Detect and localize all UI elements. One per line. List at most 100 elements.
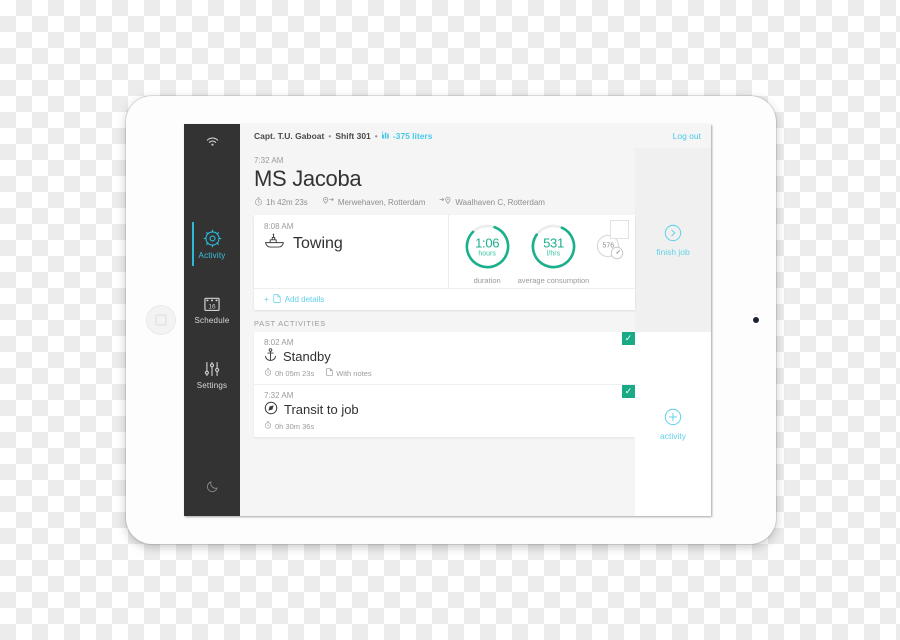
tablet-screen: Activity 16 Schedule Settings Capt. T.U.… xyxy=(184,124,711,516)
gauge-duration-caption: duration xyxy=(473,276,501,285)
job-origin: Merwehaven, Rotterdam xyxy=(322,196,426,208)
ship-wheel-icon xyxy=(184,229,240,248)
sidebar-item-activity[interactable]: Activity xyxy=(184,220,240,268)
past-activity-notes[interactable]: With notes xyxy=(326,368,372,378)
sidebar-item-schedule[interactable]: 16 Schedule xyxy=(184,286,240,333)
topbar-separator: • xyxy=(374,131,378,141)
fuel-value: -375 liters xyxy=(392,131,433,141)
current-activity-body: 8:08 AM Towing 1:06 hours duration 531 l… xyxy=(254,215,635,288)
gauge-consumption-value: 531 xyxy=(543,235,564,250)
gauge-duration-ring: 1:06 hours xyxy=(464,223,511,270)
stopwatch-icon xyxy=(264,421,272,431)
compass-icon xyxy=(264,401,278,418)
add-details-label: Add details xyxy=(284,295,325,304)
gauge-duration-value: 1:06 xyxy=(475,235,500,250)
past-activity-name-row: Transit to job xyxy=(264,401,635,418)
gauge-consumption-ring: 531 l/hrs xyxy=(530,223,577,270)
action-rail: finish job activity xyxy=(635,148,711,516)
past-activity-time: 8:02 AM xyxy=(264,338,294,347)
past-activity-name: Transit to job xyxy=(284,402,359,417)
job-start-time: 7:32 AM xyxy=(254,156,284,165)
main-content: Capt. T.U. Gaboat • Shift 301 • -375 lit… xyxy=(240,124,711,516)
finish-job-button[interactable]: finish job xyxy=(635,148,711,332)
past-activity-meta: 0h 30m 36s xyxy=(264,421,635,431)
job-duration-text: 1h 42m 23s xyxy=(266,197,308,207)
canvas: Activity 16 Schedule Settings Capt. T.U.… xyxy=(0,0,900,640)
current-activity-time: 8:08 AM xyxy=(264,222,294,231)
document-icon xyxy=(273,294,281,305)
sidebar-item-settings[interactable]: Settings xyxy=(184,351,240,398)
logout-link[interactable]: Log out xyxy=(673,131,701,141)
content-left: 7:32 AM MS Jacoba 1h 42m 23s Merwehaven,… xyxy=(240,148,635,516)
moon-icon[interactable] xyxy=(184,480,240,498)
gauge-consumption: 531 l/hrs average consumption xyxy=(517,223,590,285)
stopwatch-icon xyxy=(254,196,263,208)
current-activity-name-row: Towing xyxy=(264,233,448,254)
list-item[interactable]: ✓ 8:02 AM Standby 0h 05m 23s With notes xyxy=(254,332,635,385)
sidebar-nav: Activity 16 Schedule Settings xyxy=(184,220,240,398)
job-destination-text: Waalhaven C, Rotterdam xyxy=(455,197,545,207)
stopwatch-icon xyxy=(264,368,272,378)
current-activity-card[interactable]: 8:08 AM Towing 1:06 hours duration 531 l… xyxy=(254,215,635,310)
job-duration: 1h 42m 23s xyxy=(254,196,308,208)
status-badge[interactable]: ✓ xyxy=(622,385,635,398)
past-activity-duration-text: 0h 30m 36s xyxy=(275,421,315,431)
gauge-consumption-caption: average consumption xyxy=(517,276,590,285)
past-activity-duration-text: 0h 05m 23s xyxy=(275,368,315,378)
add-activity-label: activity xyxy=(660,430,686,441)
sliders-icon xyxy=(184,360,240,378)
calendar-icon: 16 xyxy=(184,295,240,313)
fold-square-icon xyxy=(610,220,629,239)
job-origin-text: Merwehaven, Rotterdam xyxy=(337,197,426,207)
add-activity-button[interactable]: activity xyxy=(635,332,711,516)
svg-text:16: 16 xyxy=(208,304,216,311)
gauge-consumption-center: 531 l/hrs xyxy=(530,236,577,257)
past-activity-notes-text: With notes xyxy=(336,368,372,378)
topbar: Capt. T.U. Gaboat • Shift 301 • -375 lit… xyxy=(240,124,711,148)
gauge-consumption-unit: l/hrs xyxy=(546,250,561,257)
gauge-duration: 1:06 hours duration xyxy=(464,223,511,285)
tugboat-icon xyxy=(264,233,286,254)
sidebar: Activity 16 Schedule Settings xyxy=(184,124,240,516)
plus-circle-icon xyxy=(664,408,682,428)
past-activities-heading: PAST ACTIVITIES xyxy=(254,319,326,328)
sidebar-item-label: Settings xyxy=(196,381,228,390)
sidebar-item-label: Activity xyxy=(198,251,226,260)
past-activities-list: ✓ 8:02 AM Standby 0h 05m 23s With notes … xyxy=(254,332,635,437)
shift-label: Shift 301 xyxy=(335,131,371,141)
wifi-icon xyxy=(184,124,240,158)
content-area: 7:32 AM MS Jacoba 1h 42m 23s Merwehaven,… xyxy=(240,148,711,516)
job-destination: Waalhaven C, Rotterdam xyxy=(439,196,545,208)
pin-arrive-icon xyxy=(439,196,452,208)
past-activity-duration: 0h 05m 23s xyxy=(264,368,314,378)
current-activity-info: 8:08 AM Towing xyxy=(254,215,448,288)
bar-chart-icon xyxy=(381,131,390,141)
past-activity-meta: 0h 05m 23s With notes xyxy=(264,368,635,378)
tablet-device: Activity 16 Schedule Settings Capt. T.U.… xyxy=(126,96,776,544)
plus-sign: + xyxy=(264,295,269,304)
current-activity-name: Towing xyxy=(293,234,343,252)
status-badge[interactable]: ✓ xyxy=(622,332,635,345)
gauge-duration-center: 1:06 hours xyxy=(464,236,511,257)
past-activity-name: Standby xyxy=(283,349,331,364)
list-item[interactable]: ✓ 7:32 AM Transit to job 0h 30m 36s xyxy=(254,385,635,437)
finish-job-label: finish job xyxy=(656,246,690,257)
fuel-badge[interactable]: -375 liters xyxy=(381,131,433,141)
job-meta: 1h 42m 23s Merwehaven, Rotterdam Waalhav… xyxy=(254,196,635,208)
front-camera xyxy=(753,317,759,323)
anchor-icon xyxy=(264,348,277,365)
past-activity-time: 7:32 AM xyxy=(264,391,294,400)
add-details-button[interactable]: + Add details xyxy=(254,288,635,310)
gauge-duration-unit: hours xyxy=(478,250,496,257)
topbar-separator: • xyxy=(328,131,332,141)
sidebar-item-label: Schedule xyxy=(194,316,230,325)
current-activity-metrics: 1:06 hours duration 531 l/hrs average co… xyxy=(448,215,635,288)
speedometer-icon xyxy=(610,246,624,265)
captain-name: Capt. T.U. Gaboat xyxy=(254,131,325,141)
chevron-right-circle-icon xyxy=(664,224,682,244)
home-button[interactable] xyxy=(146,305,176,335)
page-title: MS Jacoba xyxy=(254,166,362,191)
past-activity-duration: 0h 30m 36s xyxy=(264,421,314,431)
past-activity-name-row: Standby xyxy=(264,348,635,365)
pin-depart-icon xyxy=(322,196,335,208)
